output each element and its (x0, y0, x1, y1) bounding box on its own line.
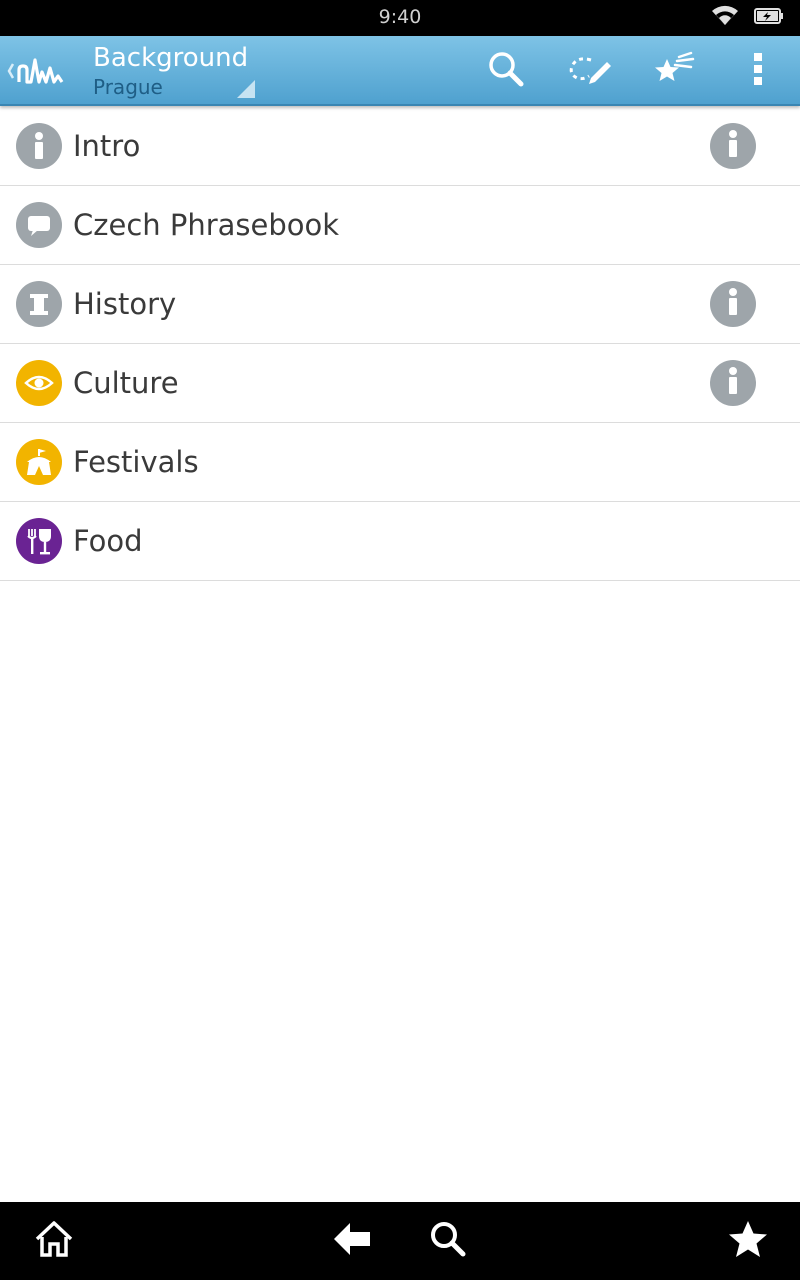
nav-favorites-button[interactable] (708, 1202, 788, 1280)
status-icons (710, 5, 784, 31)
list-item-label: Food (73, 524, 143, 558)
list-item-history[interactable]: History (0, 265, 800, 344)
list-item-food[interactable]: Food (0, 502, 800, 581)
status-bar: 9:40 (0, 0, 800, 36)
info-icon (720, 129, 746, 163)
info-icon (720, 366, 746, 400)
list-item-label: History (73, 287, 177, 321)
spinner-indicator-icon (237, 80, 255, 98)
status-time: 9:40 (378, 6, 422, 28)
favorites-button[interactable] (636, 36, 712, 106)
page-title: Background (93, 43, 249, 73)
search-icon (486, 49, 526, 93)
info-icon (720, 287, 746, 321)
route-edit-button[interactable] (552, 36, 628, 106)
info-icon (16, 123, 62, 169)
tent-icon (16, 439, 62, 485)
list-item-label: Festivals (73, 445, 199, 479)
app-logo-up-button[interactable] (4, 50, 70, 92)
home-icon (34, 1220, 74, 1262)
search-icon (429, 1220, 467, 1262)
overflow-menu-button[interactable] (720, 36, 796, 106)
list-item-czech-phrasebook[interactable]: Czech Phrasebook (0, 186, 800, 265)
info-button[interactable] (710, 281, 756, 327)
list-item-label: Intro (73, 129, 141, 163)
wifi-icon (710, 5, 740, 31)
list-item-label: Czech Phrasebook (73, 208, 340, 242)
list-item-intro[interactable]: Intro (0, 107, 800, 186)
list-item-festivals[interactable]: Festivals (0, 423, 800, 502)
fork-and-glass-icon (16, 518, 62, 564)
favorites-icon (653, 51, 695, 91)
search-button[interactable] (468, 36, 544, 106)
list-item-culture[interactable]: Culture (0, 344, 800, 423)
overflow-menu-icon (752, 51, 764, 91)
star-icon (728, 1220, 768, 1262)
info-button[interactable] (710, 360, 756, 406)
back-button[interactable] (312, 1202, 392, 1280)
nav-search-button[interactable] (408, 1202, 488, 1280)
speech-bubble-icon (16, 202, 62, 248)
info-button[interactable] (710, 123, 756, 169)
eye-icon (16, 360, 62, 406)
bottom-nav-bar (0, 1202, 800, 1280)
back-arrow-icon (332, 1221, 372, 1261)
column-icon (16, 281, 62, 327)
route-edit-icon (567, 52, 613, 90)
battery-charging-icon (754, 7, 784, 29)
list-item-label: Culture (73, 366, 179, 400)
section-list: Intro Czech Phrasebook History Culture F… (0, 107, 800, 581)
home-button[interactable] (14, 1202, 94, 1280)
